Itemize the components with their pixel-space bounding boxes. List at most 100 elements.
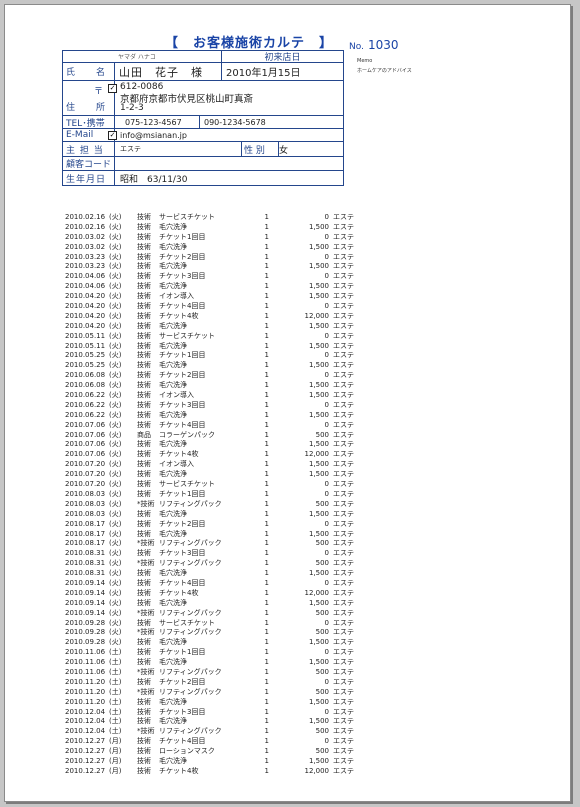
postal-checkbox[interactable]: ✓ [108,84,117,93]
record-qty: 1 [264,410,269,419]
record-item: チケット3回目 [159,707,206,716]
record-date: 2010.08.31 [65,549,106,558]
list-item: 2010.11.06 (土) 技術 チケット1回目 1 0 エステ [65,648,354,658]
record-staff: エステ [333,499,354,508]
record-date: 2010.09.28 [65,638,106,647]
record-staff: エステ [333,687,354,696]
first-visit-label: 初来店日 [221,51,343,63]
record-day: (火) [109,282,122,291]
record-date: 2010.02.16 [65,222,106,231]
list-item: 2010.02.16 (火) 技術 サービスチケット 1 0 エステ [65,213,354,223]
record-day: (土) [109,667,122,676]
record-cat: 技術 [137,440,151,449]
record-cat: *技術 [137,539,155,548]
record-day: (火) [109,341,122,350]
record-staff: エステ [333,321,354,330]
list-item: 2010.06.22 (火) 技術 チケット3回目 1 0 エステ [65,401,354,411]
list-item: 2010.09.14 (火) 技術 チケット4回目 1 0 エステ [65,579,354,589]
record-qty: 1 [264,618,269,627]
record-price: 0 [324,420,329,429]
record-cat: 技術 [137,341,151,350]
record-cat: 技術 [137,242,151,251]
record-day: (火) [109,381,122,390]
record-cat: 技術 [137,460,151,469]
record-date: 2010.08.17 [65,539,106,548]
record-day: (月) [109,737,122,746]
record-day: (火) [109,391,122,400]
record-day: (火) [109,480,122,489]
record-day: (火) [109,489,122,498]
record-staff: エステ [333,242,354,251]
record-cat: 技術 [137,361,151,370]
name-label: 氏 名 [63,63,115,80]
record-item: 毛穴洗浄 [159,569,187,578]
list-item: 2010.07.20 (火) 技術 毛穴洗浄 1 1,500 エステ [65,470,354,480]
record-date: 2010.08.31 [65,569,106,578]
record-price: 1,500 [308,638,329,647]
list-item: 2010.06.22 (火) 技術 イオン導入 1 1,500 エステ [65,391,354,401]
record-day: (火) [109,638,122,647]
record-staff: エステ [333,420,354,429]
record-qty: 1 [264,737,269,746]
record-date: 2010.12.27 [65,747,106,756]
record-item: イオン導入 [159,460,194,469]
record-day: (火) [109,519,122,528]
record-day: (土) [109,658,122,667]
record-price: 500 [315,747,329,756]
address-line-1: 京都府京都市伏見区桃山町真斎 [120,93,254,105]
record-staff: エステ [333,480,354,489]
list-item: 2010.12.04 (土) 技術 毛穴洗浄 1 1,500 エステ [65,717,354,727]
list-item: 2010.07.06 (火) 技術 チケット4回目 1 0 エステ [65,420,354,431]
list-item: 2010.08.17 (火) *技術 リフティングパック 1 500 エステ [65,539,354,549]
record-day: (火) [109,569,122,578]
record-price: 0 [324,232,329,241]
record-cat: 商品 [137,430,151,439]
record-date: 2010.12.27 [65,737,106,746]
record-item: チケット2回目 [159,252,206,261]
record-item: チケット4枚 [159,450,199,459]
first-visit-date: 2010年1月15日 [221,63,343,80]
staff-label: 主 担 当 [63,142,115,156]
record-item: チケット3回目 [159,549,206,558]
record-staff: エステ [333,400,354,409]
record-price: 0 [324,371,329,380]
record-day: (火) [109,222,122,231]
record-item: チケット1回目 [159,351,206,360]
record-staff: エステ [333,341,354,350]
record-item: 毛穴洗浄 [159,658,187,667]
record-day: (火) [109,559,122,568]
record-qty: 1 [264,282,269,291]
record-date: 2010.11.20 [65,697,106,706]
list-item: 2010.08.03 (火) *技術 リフティングパック 1 500 エステ [65,499,354,510]
record-qty: 1 [264,361,269,370]
record-qty: 1 [264,351,269,360]
record-price: 1,500 [308,460,329,469]
record-date: 2010.04.20 [65,302,106,311]
record-item: イオン導入 [159,391,194,400]
email-checkbox[interactable]: ✓ [108,131,117,140]
list-item: 2010.08.17 (火) 技術 チケット2回目 1 0 エステ [65,519,354,530]
record-item: リフティングパック [159,539,222,548]
record-price: 1,500 [308,658,329,667]
memo-text: ホームケアのアドバイス [357,68,412,74]
record-item: 毛穴洗浄 [159,321,187,330]
record-price: 0 [324,213,329,221]
record-date: 2010.12.04 [65,727,106,736]
record-staff: エステ [333,559,354,568]
record-price: 500 [315,687,329,696]
record-item: チケット4枚 [159,766,199,775]
record-cat: *技術 [137,499,155,508]
record-day: (火) [109,331,122,340]
list-item: 2010.11.20 (土) *技術 リフティングパック 1 500 エステ [65,687,354,698]
record-date: 2010.05.25 [65,351,106,360]
record-staff: エステ [333,331,354,340]
record-staff: エステ [333,569,354,578]
record-staff: エステ [333,756,354,765]
record-cat: 技術 [137,519,151,528]
record-staff: エステ [333,489,354,498]
record-price: 0 [324,737,329,746]
record-cat: 技術 [137,756,151,765]
record-qty: 1 [264,272,269,281]
page-title: 【 お客様施術カルテ 】 [165,36,334,51]
record-date: 2010.08.03 [65,499,106,508]
